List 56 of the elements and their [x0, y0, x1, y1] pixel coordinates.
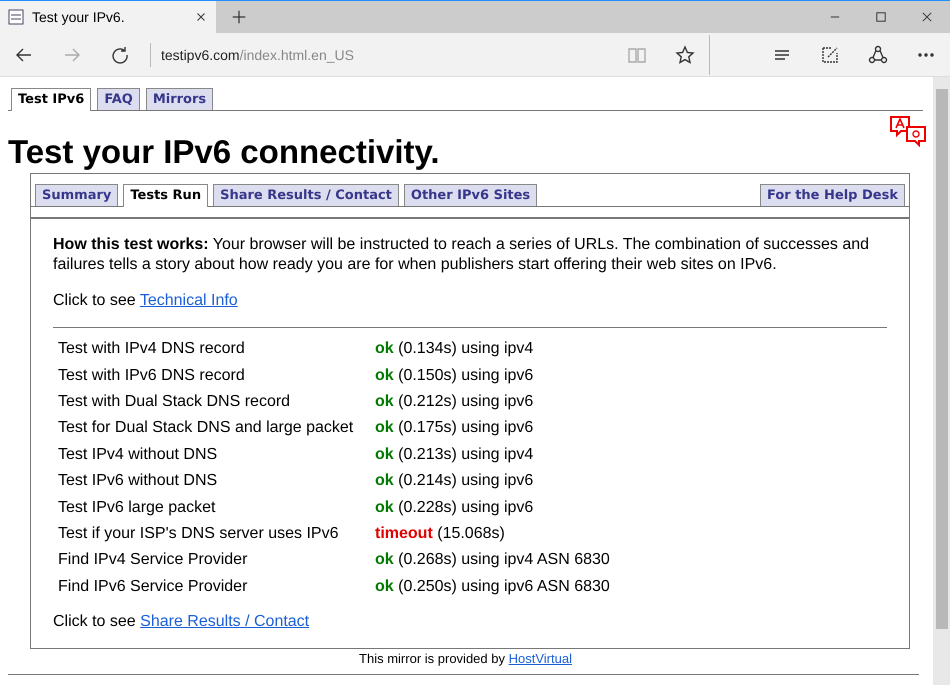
test-status: ok	[375, 578, 394, 595]
test-name: Test with Dual Stack DNS record	[57, 392, 292, 412]
footer-text: This mirror is provided by	[359, 651, 505, 666]
test-status: ok	[375, 551, 394, 568]
star-icon[interactable]	[675, 44, 695, 64]
share-results-link[interactable]: Share Results / Contact	[140, 612, 310, 630]
page-tab[interactable]: Mirrors	[146, 88, 214, 110]
maximize-icon[interactable]	[874, 10, 888, 24]
test-detail: (0.214s) using ipv6	[398, 472, 534, 490]
section-tab[interactable]: Tests Run	[123, 184, 208, 207]
test-detail: (0.250s) using ipv6 ASN 6830	[398, 578, 610, 595]
test-detail: (0.134s) using ipv4	[398, 340, 534, 358]
test-name: Find IPv6 Service Provider	[57, 576, 248, 597]
test-status: ok	[375, 340, 394, 358]
test-status: timeout	[375, 524, 433, 542]
test-name: Test with IPv4 DNS record	[57, 339, 246, 360]
help-desk-tab[interactable]: For the Help Desk	[760, 184, 905, 206]
test-name: Test IPv6 without DNS	[57, 471, 218, 492]
test-status: ok	[375, 419, 394, 436]
test-detail: (0.150s) using ipv6	[398, 366, 534, 384]
section-tab[interactable]: Other IPv6 Sites	[404, 184, 538, 206]
site-favicon-icon	[8, 9, 24, 25]
test-detail: (0.175s) using ipv6	[398, 419, 534, 436]
test-status: ok	[375, 392, 394, 410]
host-link[interactable]: HostVirtual	[508, 651, 572, 666]
test-name: Find IPv4 Service Provider	[57, 550, 248, 570]
section-tab[interactable]: Summary	[35, 184, 118, 206]
test-name: Test if your ISP's DNS server uses IPv6	[57, 524, 340, 544]
click-to-see-text: Click to see	[53, 612, 136, 630]
test-name: Test with IPv6 DNS record	[57, 366, 246, 386]
scrollbar[interactable]	[933, 77, 950, 685]
test-detail: (0.268s) using ipv4 ASN 6830	[398, 551, 610, 568]
test-detail: (0.212s) using ipv6	[398, 392, 534, 410]
tab-title: Test your IPv6.	[32, 9, 126, 25]
page-tab[interactable]: Test IPv6	[11, 88, 92, 111]
intro-paragraph: How this test works: Your browser will be instructed to reach a series of URLs. The combination of successes and failures tells a story about how ready you are for when publishers start offering their web sites on IPv6.	[53, 235, 870, 275]
section-tab[interactable]: Share Results / Contact	[213, 184, 399, 206]
page-heading: Test your IPv6 connectivity.	[8, 133, 441, 171]
page-tab[interactable]: FAQ	[97, 88, 140, 110]
test-name: Test for Dual Stack DNS and large packet	[57, 418, 354, 438]
test-name: Test IPv6 large packet	[57, 498, 216, 518]
test-status: ok	[375, 472, 394, 490]
plus-icon[interactable]	[230, 8, 248, 26]
refresh-icon[interactable]	[110, 44, 130, 64]
test-name: Test IPv4 without DNS	[57, 444, 218, 465]
test-detail: (0.228s) using ipv6	[398, 498, 534, 516]
share-icon[interactable]	[868, 44, 888, 64]
technical-info-link[interactable]: Technical Info	[140, 292, 238, 309]
test-status: ok	[375, 446, 394, 463]
test-detail: (0.213s) using ipv4	[398, 446, 534, 463]
browser-tab[interactable]: Test your IPv6.	[0, 1, 216, 33]
test-status: ok	[375, 366, 394, 384]
click-to-see-text: Click to see	[53, 292, 136, 309]
test-status: ok	[375, 498, 394, 516]
close-icon[interactable]	[920, 10, 934, 24]
test-detail: (15.068s)	[437, 524, 505, 542]
